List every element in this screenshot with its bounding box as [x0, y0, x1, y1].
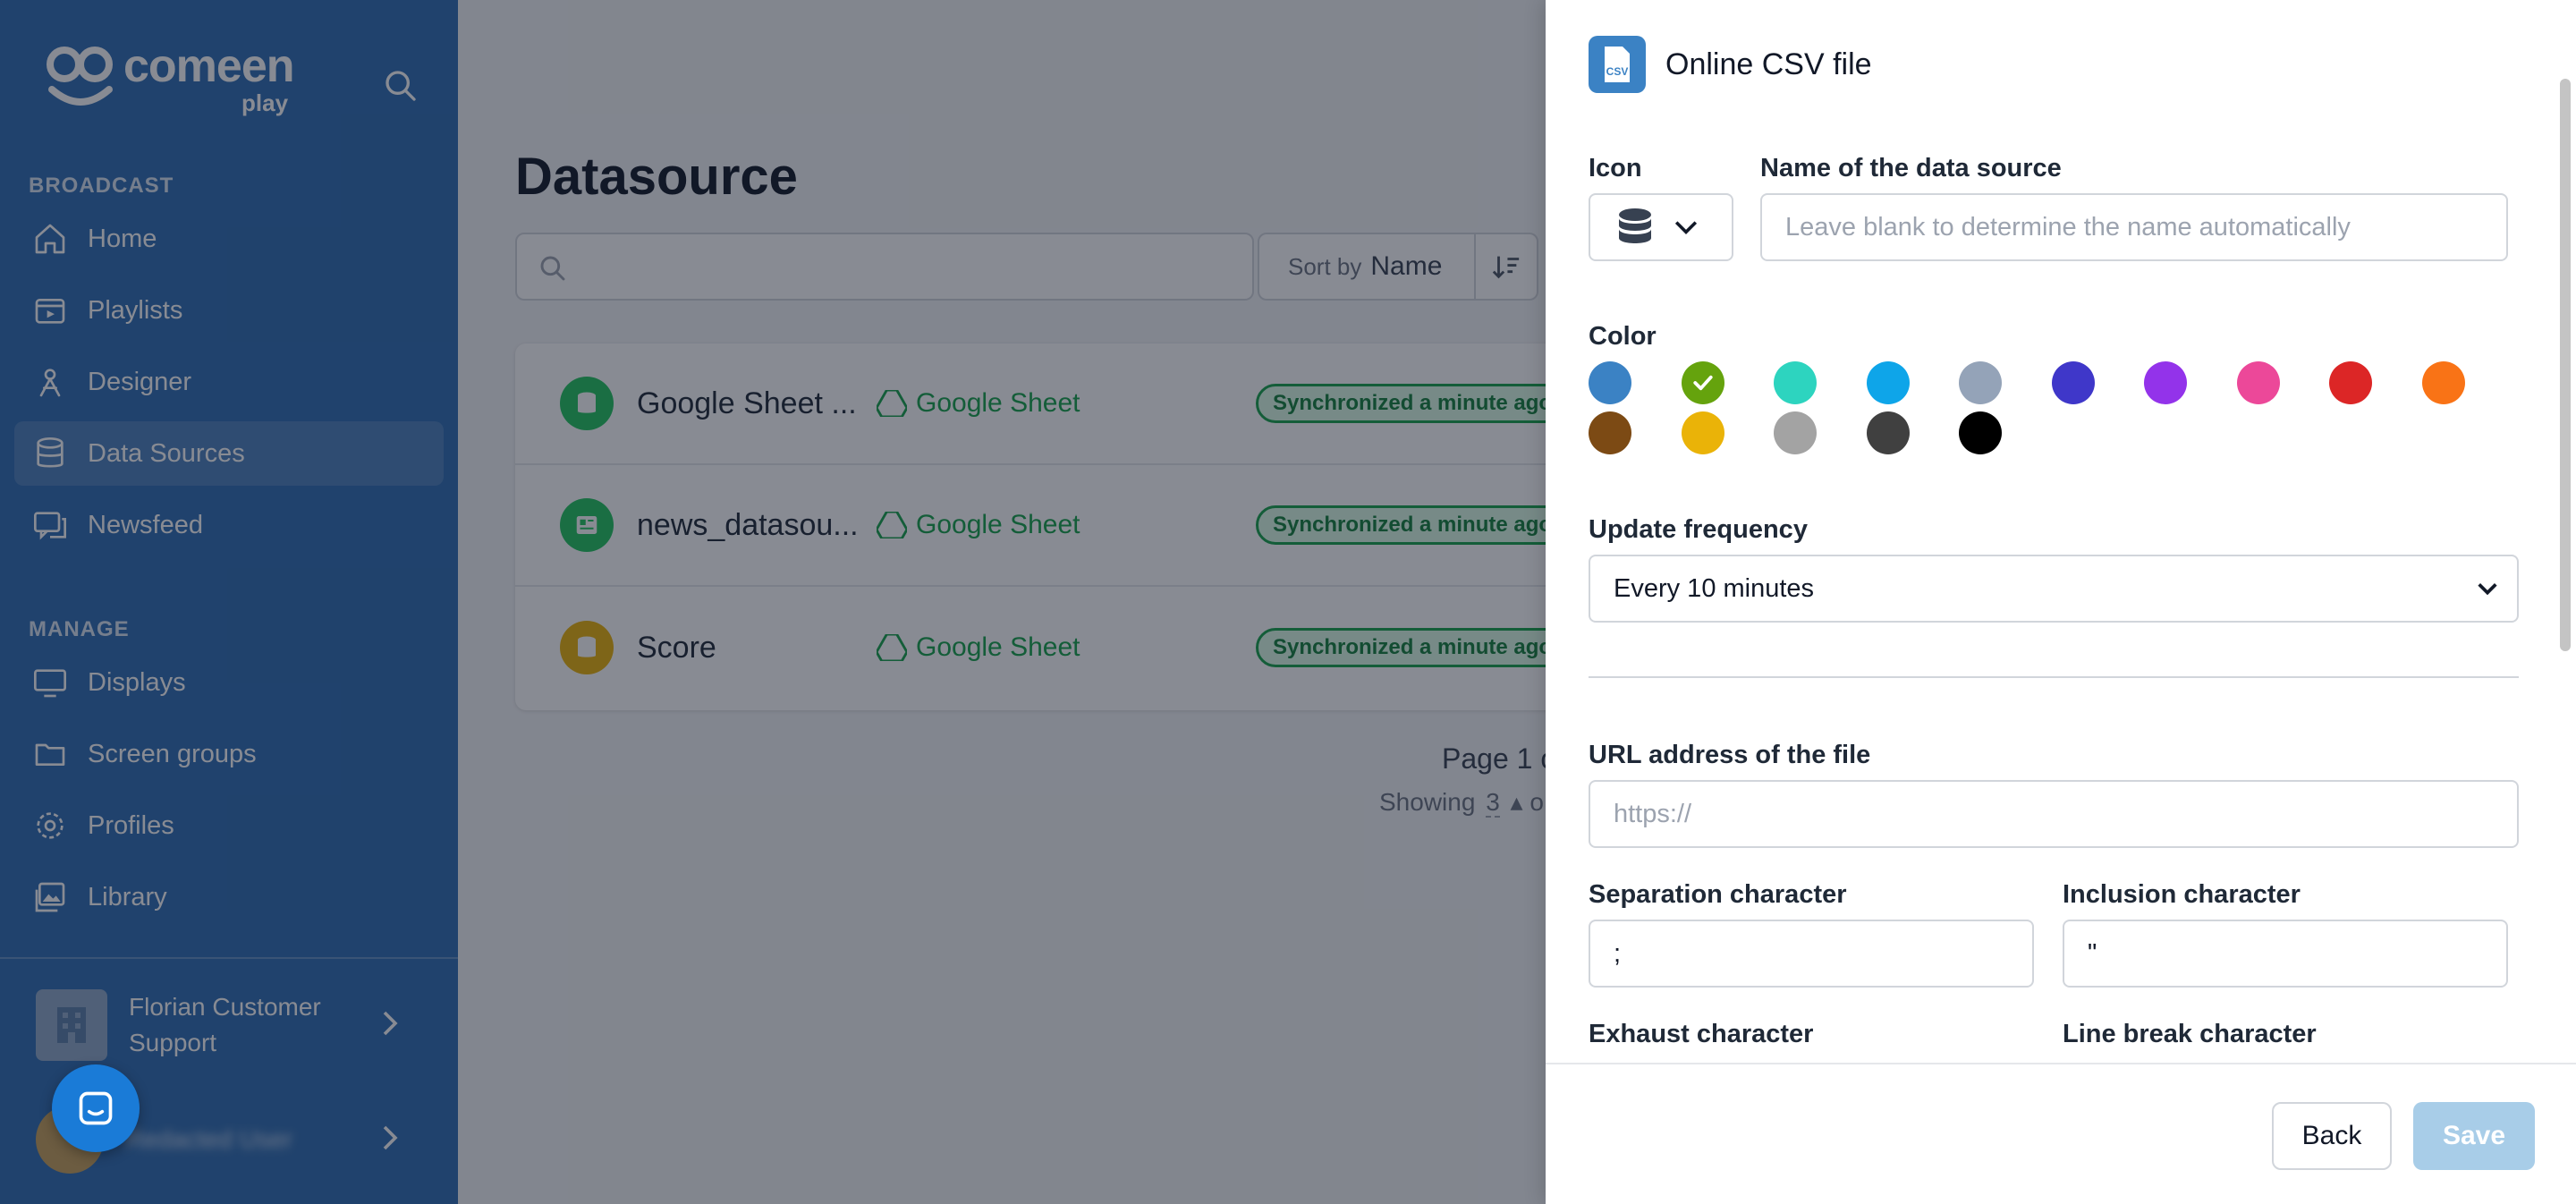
chat-icon — [79, 1091, 113, 1125]
color-swatch[interactable] — [1589, 411, 1631, 454]
color-swatch[interactable] — [1681, 361, 1724, 404]
save-button[interactable]: Save — [2413, 1102, 2535, 1170]
color-swatch[interactable] — [2051, 361, 2095, 404]
color-swatch[interactable] — [1681, 411, 1724, 454]
exhaust-label: Exhaust character — [1589, 1020, 1814, 1048]
color-swatch[interactable] — [1959, 411, 2002, 454]
database-icon — [1619, 208, 1651, 243]
back-button[interactable]: Back — [2272, 1102, 2392, 1170]
chat-support-button[interactable] — [52, 1064, 140, 1152]
url-label: URL address of the file — [1589, 741, 1871, 769]
color-swatch[interactable] — [1866, 361, 1910, 404]
color-swatch[interactable] — [1774, 361, 1817, 404]
color-swatch[interactable] — [1774, 411, 1817, 454]
color-swatch[interactable] — [1866, 411, 1910, 454]
icon-picker[interactable] — [1589, 193, 1733, 261]
chevron-down-icon — [1674, 221, 1698, 234]
color-swatch[interactable] — [2144, 361, 2187, 404]
linebreak-label: Line break character — [2063, 1020, 2317, 1048]
icon-label: Icon — [1589, 154, 1642, 182]
drawer-header: CSV Online CSV file — [1589, 36, 1872, 93]
color-swatch[interactable] — [1589, 361, 1631, 404]
color-swatch[interactable] — [1959, 361, 2002, 404]
divider — [1589, 676, 2519, 678]
chevron-down-icon — [2476, 576, 2499, 606]
datasource-drawer: CSV Online CSV file Icon Name of the dat… — [1546, 0, 2576, 1204]
name-label: Name of the data source — [1760, 154, 2062, 182]
separation-label: Separation character — [1589, 880, 1847, 909]
frequency-label: Update frequency — [1589, 515, 1808, 544]
color-swatch[interactable] — [2236, 361, 2280, 404]
inclusion-input[interactable]: " — [2063, 920, 2508, 988]
modal-backdrop[interactable] — [0, 0, 1546, 1204]
separation-input[interactable]: ; — [1589, 920, 2034, 988]
frequency-select[interactable]: Every 10 minutes — [1589, 555, 2519, 623]
check-icon — [1692, 375, 1713, 391]
scrollbar[interactable] — [2560, 79, 2571, 651]
url-input[interactable]: https:// — [1589, 780, 2519, 848]
color-swatch[interactable] — [2329, 361, 2372, 404]
inclusion-label: Inclusion character — [2063, 880, 2301, 909]
color-label: Color — [1589, 322, 1657, 351]
name-input[interactable]: Leave blank to determine the name automa… — [1760, 193, 2508, 261]
frequency-value: Every 10 minutes — [1614, 573, 1815, 603]
csv-file-icon: CSV — [1589, 36, 1646, 93]
drawer-footer: Back Save — [1546, 1063, 2576, 1204]
color-swatch[interactable] — [2421, 361, 2465, 404]
svg-text:CSV: CSV — [1606, 65, 1629, 78]
drawer-title: Online CSV file — [1665, 47, 1872, 81]
